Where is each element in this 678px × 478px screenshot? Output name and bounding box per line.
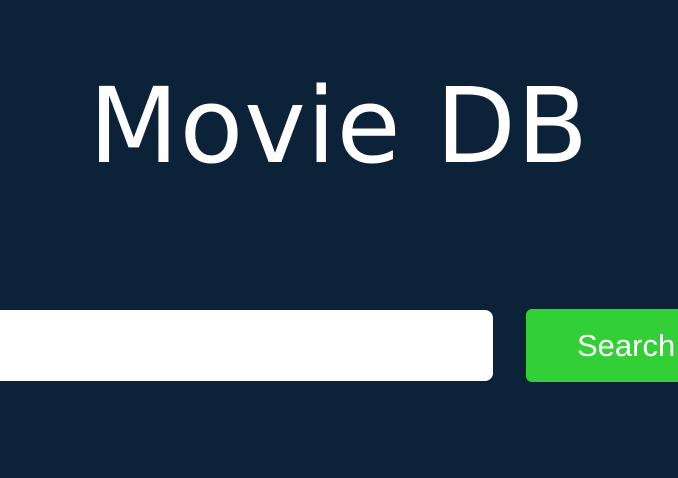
- app-page: Movie DB Search: [0, 0, 678, 478]
- search-input[interactable]: [0, 310, 493, 381]
- page-title: Movie DB: [88, 65, 590, 187]
- search-button[interactable]: Search: [526, 309, 678, 382]
